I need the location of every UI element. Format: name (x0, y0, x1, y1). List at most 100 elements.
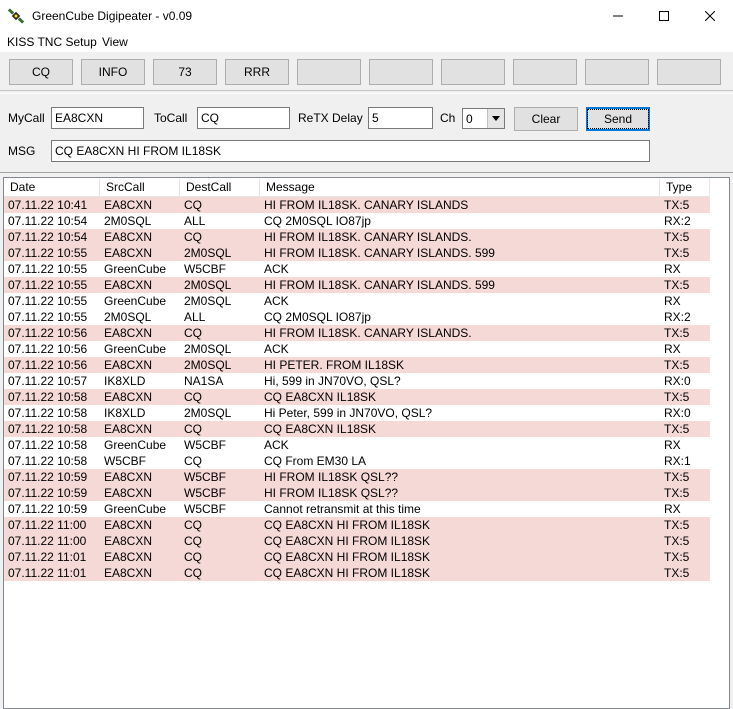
menu-bar: KISS TNC Setup View (0, 32, 733, 52)
quick-button-10[interactable] (657, 59, 721, 85)
quick-button-info[interactable]: INFO (81, 59, 145, 85)
cell-srccall: EA8CXN (104, 198, 153, 212)
table-row[interactable]: 07.11.22 10:55 EA8CXN 2M0SQL HI FROM IL18SK… (4, 277, 710, 293)
cell-message: CQ EA8CXN HI FROM IL18SK (264, 550, 431, 564)
column-header-date[interactable]: Date (4, 178, 100, 197)
clear-button[interactable]: Clear (514, 107, 578, 131)
cell-date: 07.11.22 10:55 (8, 294, 88, 308)
cell-type: RX (664, 502, 681, 516)
cell-srccall: EA8CXN (104, 470, 153, 484)
cell-date: 07.11.22 10:55 (8, 278, 88, 292)
column-header-type[interactable]: Type (660, 178, 710, 197)
table-row[interactable]: 07.11.22 11:00 EA8CXN CQ CQ EA8CXN HI FROM … (4, 533, 710, 549)
close-button[interactable] (687, 0, 733, 32)
channel-label: Ch (440, 111, 456, 125)
cell-destcall: W5CBF (184, 502, 226, 516)
table-row[interactable]: 07.11.22 10:54 EA8CXN CQ HI FROM IL18SK. CA… (4, 229, 710, 245)
table-row[interactable]: 07.11.22 10:57 IK8XLD NA1SA Hi, 599 in JN70… (4, 373, 710, 389)
message-log-table[interactable]: Date SrcCall DestCall Message Type 07.11… (3, 177, 730, 709)
quick-button-7[interactable] (441, 59, 505, 85)
retx-delay-field[interactable]: 5 (368, 107, 433, 129)
maximize-button[interactable] (641, 0, 687, 32)
cell-date: 07.11.22 10:58 (8, 422, 88, 436)
table-row[interactable]: 07.11.22 10:58 W5CBF CQ CQ From EM30 LA RX:1 (4, 453, 710, 469)
quick-button-73[interactable]: 73 (153, 59, 217, 85)
cell-srccall: EA8CXN (104, 422, 153, 436)
title-bar[interactable]: GreenCube Digipeater - v0.09 (0, 0, 733, 32)
table-row[interactable]: 07.11.22 10:54 2M0SQL ALL CQ 2M0SQL IO87jp R… (4, 213, 710, 229)
cell-srccall: EA8CXN (104, 550, 153, 564)
cell-srccall: EA8CXN (104, 358, 153, 372)
cell-type: TX:5 (664, 390, 690, 404)
cell-srccall: EA8CXN (104, 390, 153, 404)
cell-message: HI FROM IL18SK QSL?? (264, 470, 399, 484)
table-row[interactable]: 07.11.22 10:59 EA8CXN W5CBF HI FROM IL18SK … (4, 469, 710, 485)
cell-date: 07.11.22 11:01 (8, 566, 87, 580)
cell-destcall: CQ (184, 422, 202, 436)
table-row[interactable]: 07.11.22 10:56 EA8CXN 2M0SQL HI PETER. FROM… (4, 357, 710, 373)
table-row[interactable]: 07.11.22 10:59 EA8CXN W5CBF HI FROM IL18SK … (4, 485, 710, 501)
table-row[interactable]: 07.11.22 10:55 EA8CXN 2M0SQL HI FROM IL18SK… (4, 245, 710, 261)
table-row[interactable]: 07.11.22 11:01 EA8CXN CQ CQ EA8CXN HI FROM … (4, 565, 710, 581)
table-row[interactable]: 07.11.22 10:58 GreenCube W5CBF ACK RX (4, 437, 710, 453)
cell-srccall: EA8CXN (104, 230, 153, 244)
tocall-field[interactable]: CQ (197, 107, 290, 129)
cell-date: 07.11.22 10:55 (8, 262, 88, 276)
column-header-srccall[interactable]: SrcCall (100, 178, 180, 197)
table-row[interactable]: 07.11.22 10:55 GreenCube 2M0SQL ACK RX (4, 293, 710, 309)
cell-type: RX:0 (664, 406, 691, 420)
menu-kiss-tnc-setup[interactable]: KISS TNC Setup (7, 35, 97, 49)
quick-button-cq[interactable]: CQ (9, 59, 73, 85)
quick-button-8[interactable] (513, 59, 577, 85)
cell-srccall: 2M0SQL (104, 310, 152, 324)
cell-message: ACK (264, 342, 289, 356)
table-row[interactable]: 07.11.22 10:41 EA8CXN CQ HI FROM IL18SK. CA… (4, 197, 710, 213)
cell-destcall: CQ (184, 198, 202, 212)
table-row[interactable]: 07.11.22 10:55 2M0SQL ALL CQ 2M0SQL IO87jp R… (4, 309, 710, 325)
cell-type: RX:0 (664, 374, 691, 388)
column-header-destcall[interactable]: DestCall (180, 178, 260, 197)
cell-srccall: GreenCube (104, 262, 167, 276)
cell-type: TX:5 (664, 246, 690, 260)
msg-label: MSG (8, 144, 36, 158)
quick-button-rrr[interactable]: RRR (225, 59, 289, 85)
minimize-button[interactable] (595, 0, 641, 32)
table-row[interactable]: 07.11.22 10:55 GreenCube W5CBF ACK RX (4, 261, 710, 277)
cell-message: HI FROM IL18SK QSL?? (264, 486, 399, 500)
cell-srccall: EA8CXN (104, 566, 153, 580)
cell-date: 07.11.22 10:58 (8, 406, 88, 420)
cell-destcall: CQ (184, 534, 202, 548)
cell-type: TX:5 (664, 534, 690, 548)
column-header-message[interactable]: Message (260, 178, 660, 197)
cell-message: CQ EA8CXN IL18SK (264, 390, 377, 404)
cell-destcall: CQ (184, 454, 202, 468)
cell-destcall: W5CBF (184, 486, 226, 500)
cell-message: Cannot retransmit at this time (264, 502, 421, 516)
table-row[interactable]: 07.11.22 10:58 IK8XLD 2M0SQL Hi Peter, 599 … (4, 405, 710, 421)
quick-button-9[interactable] (585, 59, 649, 85)
send-button[interactable]: Send (586, 107, 650, 131)
table-row[interactable]: 07.11.22 10:56 EA8CXN CQ HI FROM IL18SK. CA… (4, 325, 710, 341)
cell-destcall: CQ (184, 230, 202, 244)
cell-srccall: GreenCube (104, 342, 167, 356)
mycall-field[interactable]: EA8CXN (51, 107, 144, 129)
table-row[interactable]: 07.11.22 10:59 GreenCube W5CBF Cannot retra… (4, 501, 710, 517)
table-row[interactable]: 07.11.22 10:58 EA8CXN CQ CQ EA8CXN IL18SK TX… (4, 389, 710, 405)
cell-date: 07.11.22 10:54 (8, 230, 88, 244)
menu-view[interactable]: View (102, 35, 128, 49)
cell-destcall: W5CBF (184, 438, 226, 452)
table-row[interactable]: 07.11.22 10:56 GreenCube 2M0SQL ACK RX (4, 341, 710, 357)
table-row[interactable]: 07.11.22 11:01 EA8CXN CQ CQ EA8CXN HI FROM … (4, 549, 710, 565)
quick-button-6[interactable] (369, 59, 433, 85)
cell-srccall: EA8CXN (104, 246, 153, 260)
cell-type: TX:5 (664, 278, 690, 292)
chevron-down-icon[interactable] (487, 109, 504, 128)
channel-select[interactable]: 0 (462, 108, 505, 129)
table-row[interactable]: 07.11.22 11:00 EA8CXN CQ CQ EA8CXN HI FROM … (4, 517, 710, 533)
table-row[interactable]: 07.11.22 10:58 EA8CXN CQ CQ EA8CXN IL18SK TX… (4, 421, 710, 437)
channel-select-value: 0 (466, 112, 473, 126)
message-field[interactable]: CQ EA8CXN HI FROM IL18SK (51, 140, 650, 162)
cell-message: HI FROM IL18SK. CANARY ISLANDS. 599 (264, 278, 495, 292)
quick-button-5[interactable] (297, 59, 361, 85)
cell-message: HI FROM IL18SK. CANARY ISLANDS. (264, 230, 472, 244)
